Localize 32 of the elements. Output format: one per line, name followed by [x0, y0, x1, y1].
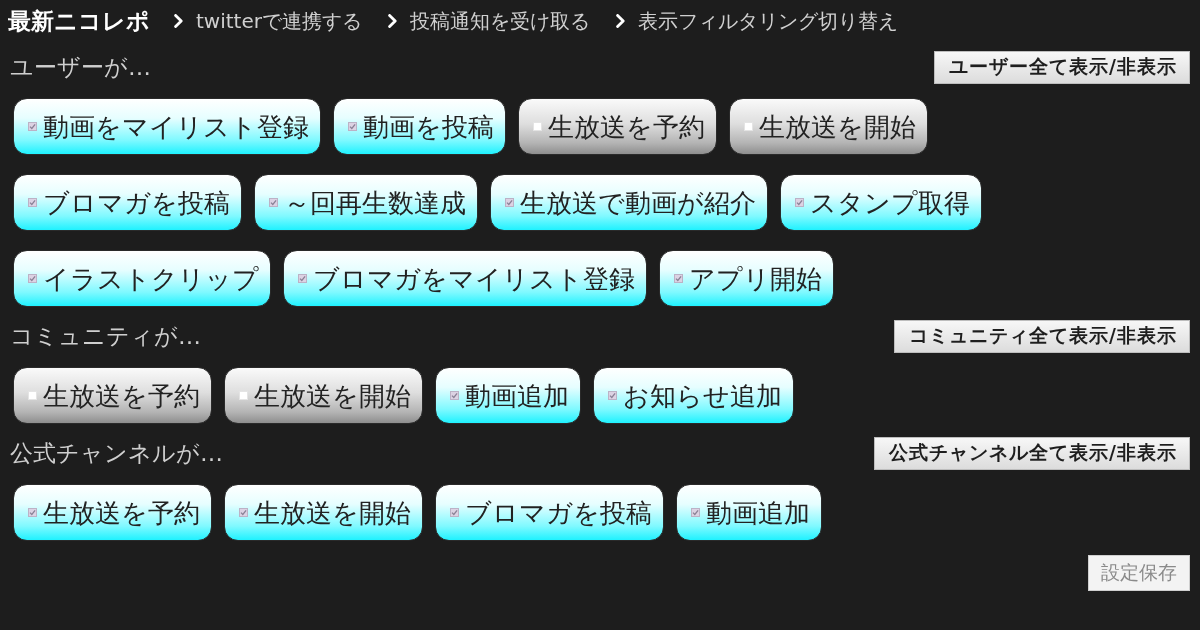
filter-toggle[interactable]: ブロマガをマイリスト登録	[283, 250, 647, 307]
chevron-icon	[615, 14, 625, 28]
filter-toggle[interactable]: ブロマガを投稿	[435, 484, 664, 541]
chevron-icon	[174, 14, 183, 28]
filter-toggle[interactable]: ブロマガを投稿	[13, 174, 242, 231]
section-heading: ユーザーが…	[10, 52, 151, 82]
filter-toggle[interactable]: 生放送を開始	[224, 484, 423, 541]
filter-toggle[interactable]: 生放送を予約	[13, 484, 212, 541]
section-heading: コミュニティが…	[10, 321, 201, 351]
filter-toggle[interactable]: スタンプ取得	[780, 174, 982, 231]
filter-toggle[interactable]: 生放送を予約	[13, 367, 212, 424]
toggle-all-button[interactable]: ユーザー全て表示/非表示	[934, 50, 1190, 84]
header-link[interactable]: twitterで連携する	[196, 7, 362, 35]
filter-toggle[interactable]: 生放送を開始	[224, 367, 423, 424]
chevron-icon	[387, 14, 397, 28]
section-heading: 公式チャンネルが…	[10, 438, 223, 468]
filter-toggle[interactable]: 生放送を開始	[729, 98, 928, 155]
filter-toggle[interactable]: イラストクリップ	[13, 250, 271, 307]
header-link[interactable]: 投稿通知を受け取る	[409, 7, 590, 35]
header-link[interactable]: 表示フィルタリング切り替え	[637, 7, 898, 35]
filter-toggle[interactable]: 動画追加	[676, 484, 822, 541]
filter-toggle[interactable]: 動画を投稿	[333, 98, 506, 155]
filter-toggle[interactable]: 動画追加	[435, 367, 581, 424]
filter-toggle[interactable]: 生放送を予約	[518, 98, 717, 155]
filter-toggle[interactable]: 動画をマイリスト登録	[13, 98, 321, 155]
filter-toggle[interactable]: ～回再生数達成	[254, 174, 478, 231]
toggle-all-button[interactable]: 公式チャンネル全て表示/非表示	[874, 436, 1190, 470]
filter-toggle[interactable]: お知らせ追加	[593, 367, 794, 424]
toggle-all-button[interactable]: コミュニティ全て表示/非表示	[894, 319, 1190, 353]
filter-toggle[interactable]: アプリ開始	[659, 250, 834, 307]
filter-toggle[interactable]: 生放送で動画が紹介	[490, 174, 768, 231]
page-title: 最新ニコレポ	[8, 6, 150, 36]
